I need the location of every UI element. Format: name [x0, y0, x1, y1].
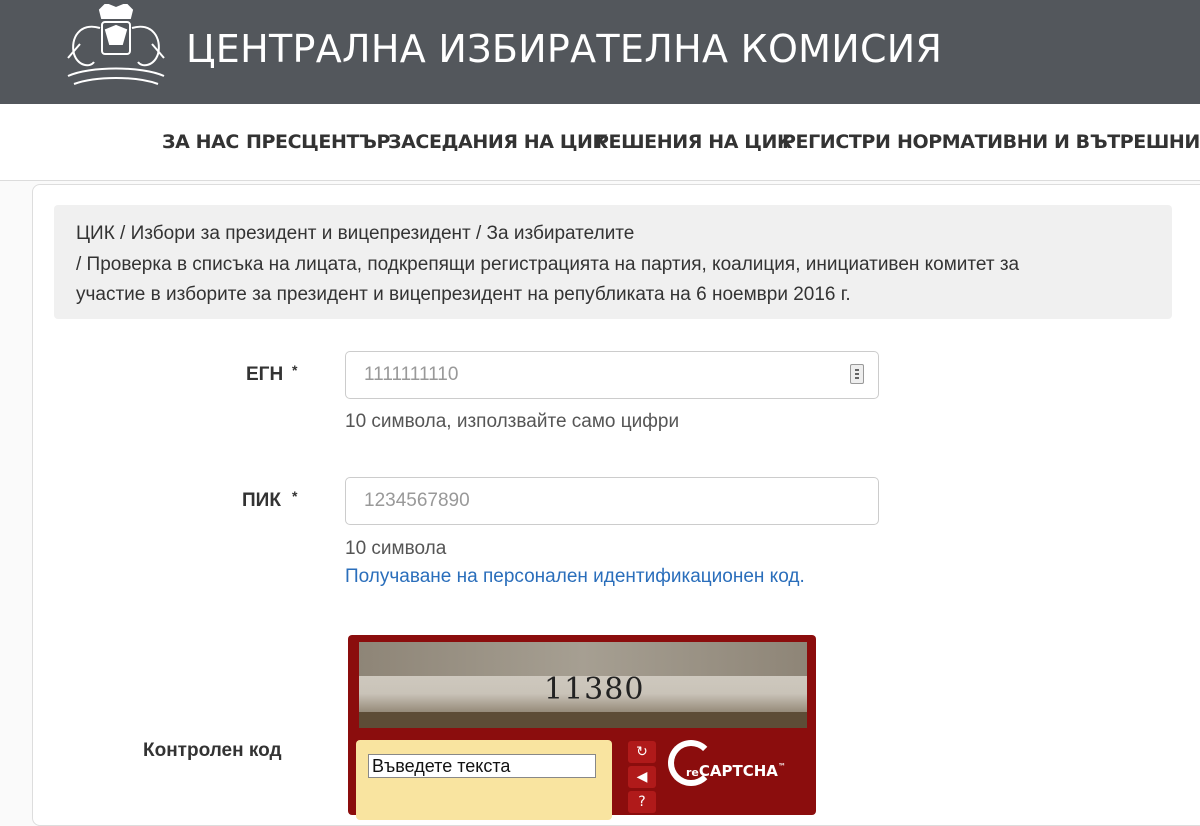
coat-of-arms-icon[interactable]: [60, 4, 172, 94]
audio-icon[interactable]: ◀: [628, 766, 656, 788]
get-pik-link[interactable]: Получаване на персонален идентификационе…: [345, 566, 805, 588]
refresh-icon[interactable]: ↻: [628, 741, 656, 763]
captcha-input[interactable]: [368, 754, 596, 778]
egn-help-text: 10 символа, използвайте само цифри: [345, 411, 680, 432]
captcha-image: 11380: [359, 642, 807, 728]
nav-item-about[interactable]: ЗА НАС: [162, 128, 239, 156]
pik-input[interactable]: [345, 477, 879, 525]
recaptcha-brand-tm: ™: [777, 762, 786, 771]
egn-input[interactable]: [345, 351, 879, 399]
breadcrumb-line-2: / Проверка в списъка на лицата, подкрепя…: [76, 254, 1020, 275]
captcha-input-area: [356, 740, 612, 820]
breadcrumb-line-1[interactable]: ЦИК / Избори за президент и вицепрезиден…: [76, 220, 634, 248]
nav-item-registers[interactable]: РЕГИСТРИ: [782, 128, 891, 156]
help-icon[interactable]: ?: [628, 791, 656, 813]
captcha-image-ground: [359, 712, 807, 728]
pik-required-mark: *: [292, 488, 298, 504]
captcha-label: Контролен код: [143, 740, 282, 761]
site-title[interactable]: ЦЕНТРАЛНА ИЗБИРАТЕЛНА КОМИСИЯ: [186, 24, 942, 74]
nav-item-normative-acts[interactable]: НОРМАТИВНИ И ВЪТРЕШНИ АКТОВЕ: [897, 128, 1200, 156]
keypad-icon[interactable]: [850, 364, 864, 384]
nav-item-cik-decisions[interactable]: РЕШЕНИЯ НА ЦИК: [595, 128, 792, 156]
nav-item-press-center[interactable]: ПРЕСЦЕНТЪР: [246, 128, 390, 156]
pik-label: ПИК: [242, 490, 281, 511]
main-nav: ЗА НАС ПРЕСЦЕНТЪР ЗАСЕДАНИЯ НА ЦИК РЕШЕН…: [0, 104, 1200, 181]
recaptcha-brand-name: CAPTCHA: [698, 762, 778, 780]
pik-help-text: 10 символа: [345, 538, 447, 559]
recaptcha-brand-re: re: [686, 766, 699, 779]
breadcrumb-line-3: участие в изборите за президент и вицепр…: [76, 284, 851, 305]
recaptcha-brand: reCAPTCHA™: [686, 762, 786, 780]
nav-item-cik-sessions[interactable]: ЗАСЕДАНИЯ НА ЦИК: [388, 128, 608, 156]
captcha-image-wall: [359, 642, 807, 676]
captcha-image-word: 11380: [544, 672, 645, 707]
egn-required-mark: *: [292, 362, 298, 378]
egn-label: ЕГН: [246, 364, 284, 385]
